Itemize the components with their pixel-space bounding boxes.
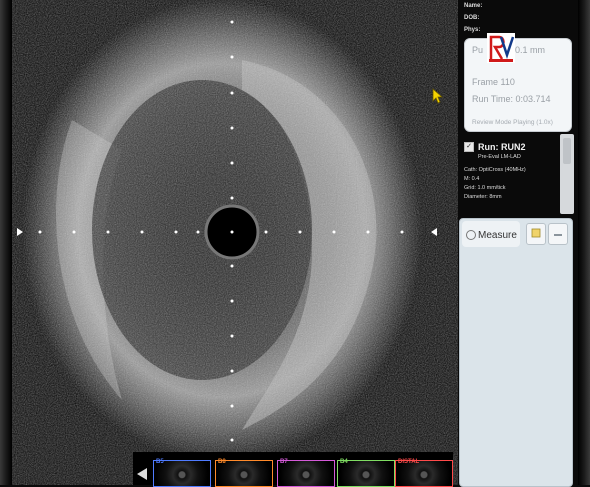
review-mode-status: Review Mode Playing (1.0x) bbox=[472, 119, 553, 126]
run-scrollbar-thumb[interactable] bbox=[563, 138, 571, 164]
run-title: Run: RUN2 bbox=[478, 142, 526, 152]
run-time: Run Time: 0:03.714 bbox=[472, 94, 551, 104]
patient-info: Name: DOB: Phys: bbox=[464, 0, 482, 36]
catheter-detail: Cath: OptiCross (40MHz) bbox=[464, 167, 526, 173]
frame-number: Frame 110 bbox=[472, 77, 515, 87]
diameter-detail: Diameter: 8mm bbox=[464, 194, 502, 200]
thumbnail-label: DISTAL bbox=[398, 459, 420, 465]
thumbnail-b5[interactable]: B5 bbox=[153, 459, 211, 487]
measure-label: Measure bbox=[478, 230, 517, 241]
thumbnail-label: B5 bbox=[156, 459, 164, 465]
patient-phys-label: Phys: bbox=[464, 27, 481, 33]
run-scrollbar[interactable] bbox=[560, 134, 574, 214]
rv-logo-icon bbox=[487, 33, 515, 63]
bookmark-tool-button[interactable] bbox=[526, 223, 546, 245]
thumbnail-b4[interactable]: B4 bbox=[337, 459, 395, 487]
minimize-icon bbox=[554, 234, 562, 236]
catheter-center-dot bbox=[230, 230, 234, 234]
right-panel: Name: DOB: Phys: Pu 0.1 mm Frame 110 Run… bbox=[458, 0, 578, 487]
measure-panel: Measure bbox=[459, 218, 573, 487]
run-subtitle: Pre-Eval LM-LAD bbox=[478, 154, 521, 160]
mouse-cursor-icon bbox=[432, 88, 444, 104]
thumbnail-label: B7 bbox=[280, 459, 288, 465]
pullback-label: Pu bbox=[472, 45, 484, 55]
pullback-info-box: Pu 0.1 mm Frame 110 Run Time: 0:03.714 R… bbox=[464, 33, 572, 132]
thumbnail-b7[interactable]: B7 bbox=[277, 459, 335, 487]
grid-detail: Grid: 1.0 mm/tick bbox=[464, 185, 506, 191]
thumbnail-b8[interactable]: B8 bbox=[215, 459, 273, 487]
ivus-cross-section[interactable] bbox=[12, 0, 458, 485]
scroll-left-arrow-icon[interactable] bbox=[137, 468, 147, 480]
measure-tab[interactable]: Measure bbox=[462, 221, 520, 247]
magnification-detail: M: 0.4 bbox=[464, 176, 480, 182]
minimize-tool-button[interactable] bbox=[548, 223, 568, 245]
thumbnail-label: B4 bbox=[340, 459, 348, 465]
bookmark-icon bbox=[531, 228, 541, 238]
thumbnail-label: B8 bbox=[218, 459, 226, 465]
run-checkbox[interactable]: ✓ bbox=[464, 142, 474, 152]
ivus-image-viewport[interactable] bbox=[12, 0, 458, 485]
measure-icon bbox=[466, 230, 476, 240]
patient-dob-label: DOB: bbox=[464, 15, 480, 21]
thumbnail-strip: B5 B8 B7 B4 DISTAL bbox=[133, 452, 453, 487]
thumbnail-distal[interactable]: DISTAL bbox=[395, 459, 453, 487]
patient-name-label: Name: bbox=[464, 3, 483, 9]
run-details: Cath: OptiCross (40MHz) M: 0.4 Grid: 1.0… bbox=[464, 166, 526, 202]
pullback-value: 0.1 mm bbox=[515, 45, 546, 55]
